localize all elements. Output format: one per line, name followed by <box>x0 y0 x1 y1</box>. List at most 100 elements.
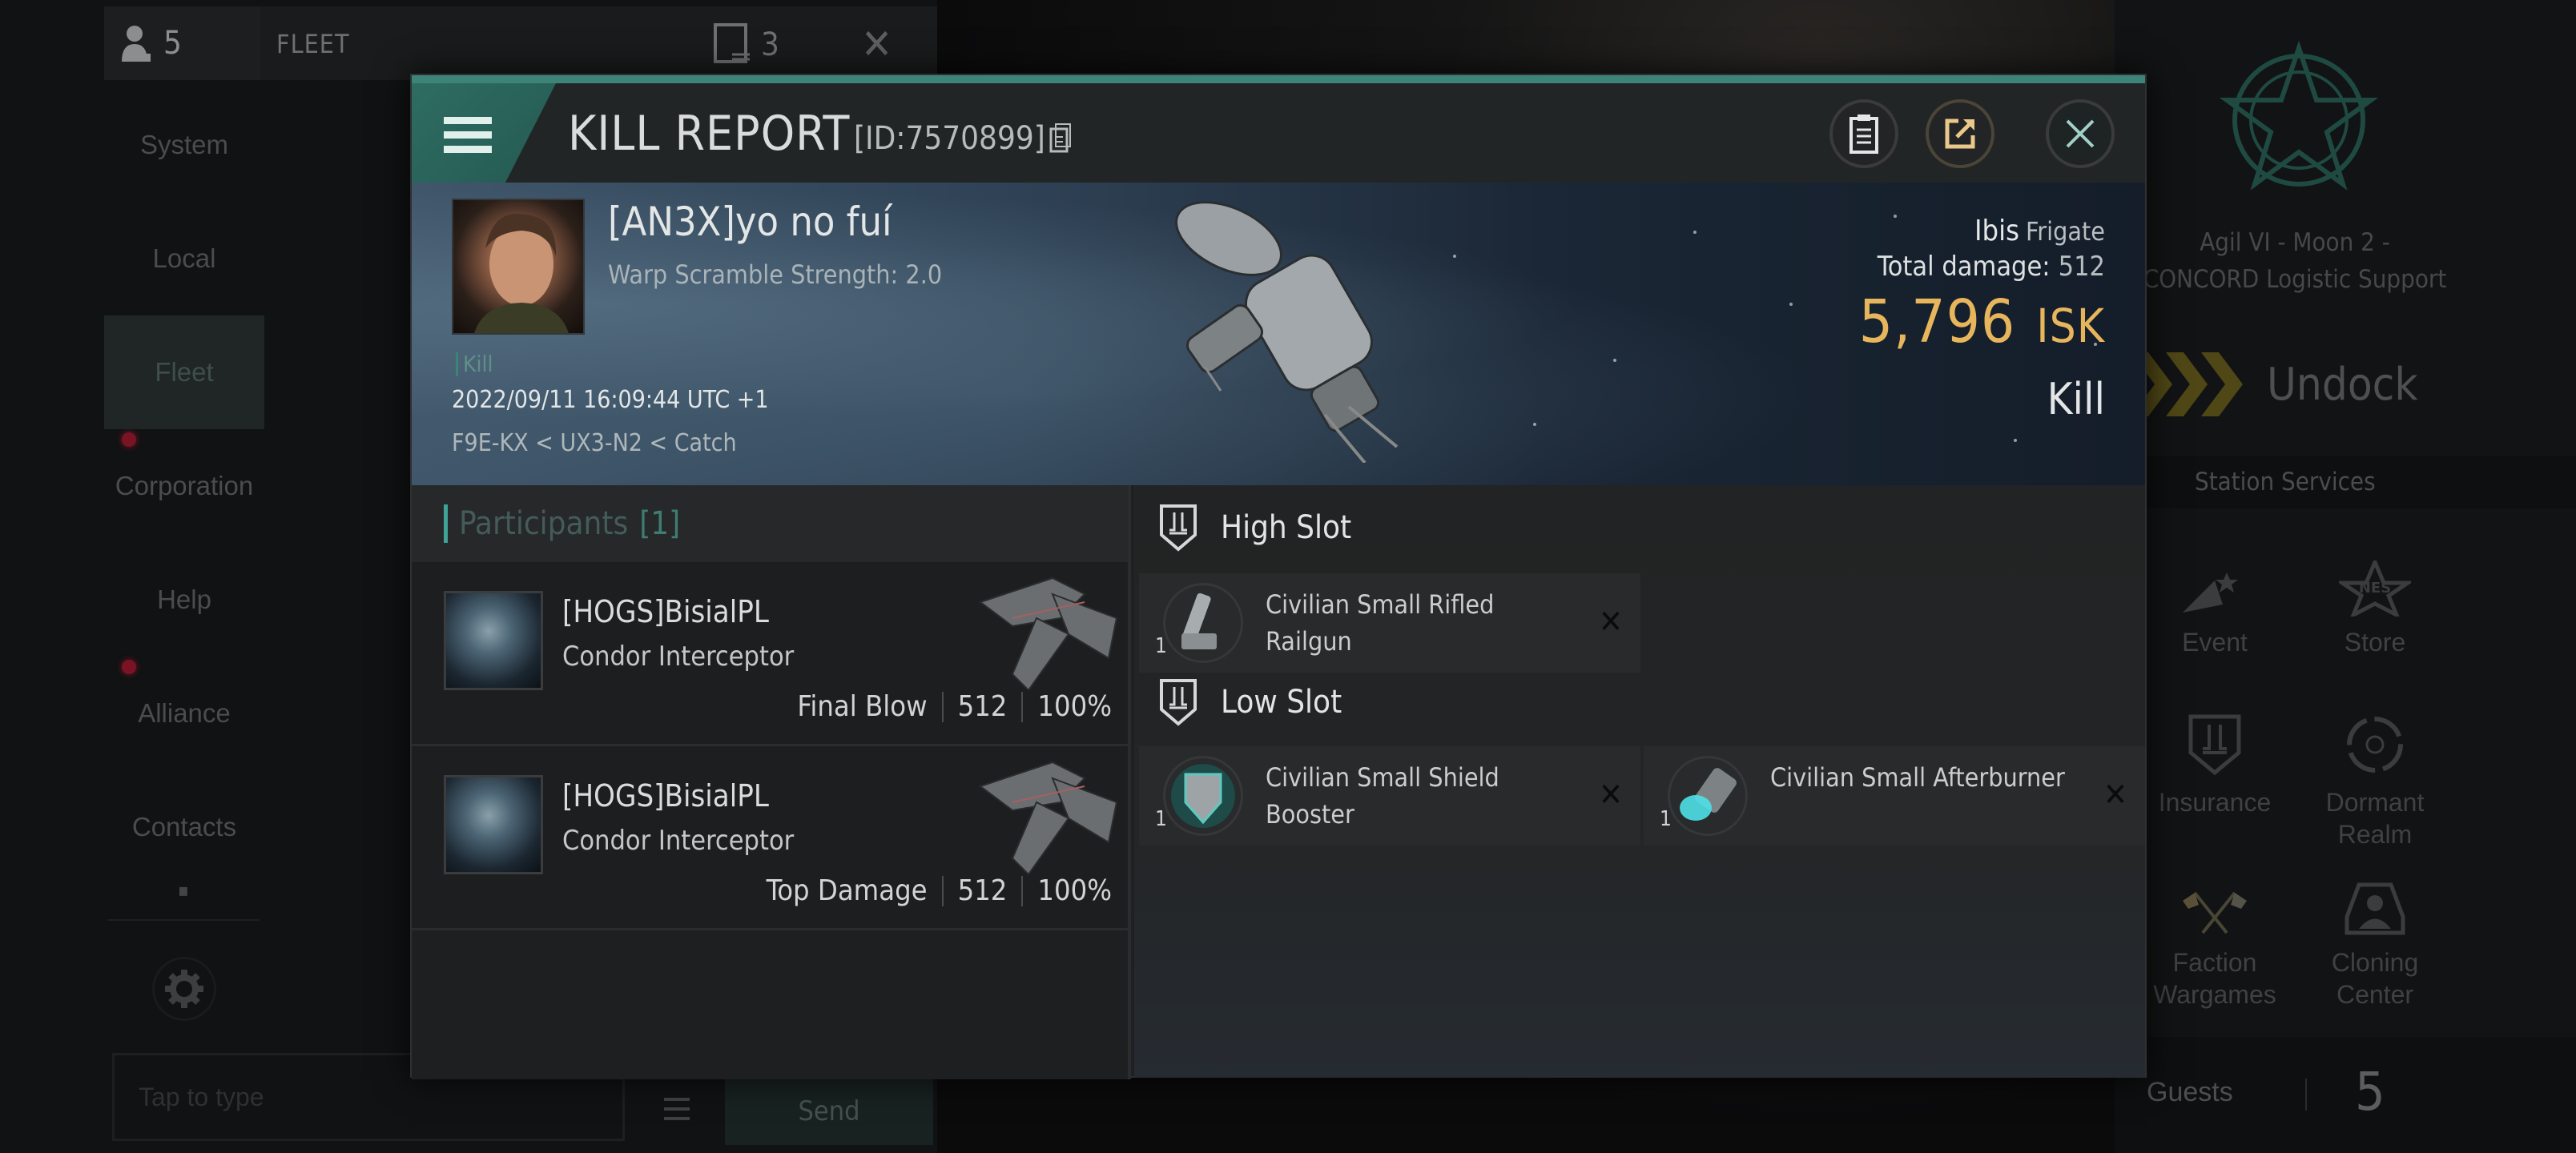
side-nav-item-alliance[interactable]: Alliance <box>104 657 264 770</box>
notification-dot <box>122 432 136 447</box>
fitting-panel: High Slot 1 Civilian Small Rifled Railgu… <box>1134 485 2145 1078</box>
side-nav-label: Contacts <box>131 812 237 842</box>
participant-percent: 100% <box>1037 874 1112 907</box>
report-result: Kill <box>2047 374 2105 424</box>
victim-portrait[interactable] <box>452 199 585 335</box>
settings-button[interactable] <box>152 957 216 1021</box>
participant-row[interactable]: [HOGS]BisialPL Condor Interceptor Final … <box>412 562 1128 746</box>
module-name: Civilian Small Afterburner <box>1770 762 2065 793</box>
slot-shield-icon <box>1160 504 1197 552</box>
kill-location[interactable]: F9E-KX < UX3-N2 < Catch <box>452 429 737 457</box>
isk-unit: ISK <box>2036 299 2105 353</box>
total-damage-value: 512 <box>2058 251 2105 283</box>
participants-panel: Participants [1] [HOGS]BisialPL Condor I… <box>412 485 1131 1079</box>
participant-ship: Condor Interceptor <box>562 641 795 673</box>
participant-role: Final Blow <box>797 690 928 723</box>
notification-dot <box>122 660 136 674</box>
service-event[interactable]: Event <box>2135 544 2295 658</box>
service-label: Insurance <box>2158 788 2272 817</box>
station-name: Agil VI - Moon 2 - CONCORD Logistic Supp… <box>2143 228 2447 294</box>
side-nav-item-corporation[interactable]: Corporation <box>104 429 264 543</box>
participant-damage: 512 <box>957 874 1008 907</box>
service-dormant-realm[interactable]: Dormant Realm <box>2295 705 2455 850</box>
undock-button[interactable]: Undock <box>2131 352 2418 416</box>
kill-timestamp: 2022/09/11 16:09:44 UTC +1 <box>452 386 769 414</box>
afterburner-icon <box>1680 768 1737 821</box>
service-store[interactable]: NES Store <box>2295 544 2455 658</box>
kill-report-id-text: [ID:7570899] <box>854 120 1045 157</box>
service-label: Faction Wargames <box>2153 948 2276 1009</box>
service-cloning-center[interactable]: Cloning Center <box>2295 865 2455 1010</box>
participant-name: [HOGS]BisialPL <box>562 594 769 629</box>
victim-ship-name[interactable]: Ibis <box>1974 215 2019 247</box>
side-nav-label: System <box>139 130 229 159</box>
module-icon-frame <box>1668 756 1748 836</box>
clipboard-icon <box>1849 114 1878 154</box>
close-button[interactable] <box>2046 99 2115 168</box>
participant-avatar[interactable] <box>444 775 543 874</box>
module-quantity: 1 <box>1155 807 1167 831</box>
shield-booster-icon <box>1171 764 1235 828</box>
modal-title: KILL REPORT <box>568 106 851 162</box>
participant-ship-image <box>978 761 1118 874</box>
undock-label: Undock <box>2267 358 2418 411</box>
stat-divider <box>1021 875 1024 906</box>
destroyed-marker-icon: ✕ <box>2103 777 2127 814</box>
chat-send-button[interactable]: Send <box>725 1077 933 1145</box>
victim-avatar-image <box>474 213 569 333</box>
side-nav: System Local Fleet Corporation Help Alli… <box>104 88 264 884</box>
total-damage-line: Total damage: 512 <box>1859 251 2105 283</box>
railgun-icon <box>1181 593 1217 649</box>
victim-ship-line: Ibis Frigate <box>1859 215 2105 247</box>
service-label: Store <box>2344 628 2406 657</box>
victim-name[interactable]: [AN3X]yo no fuí <box>608 199 892 245</box>
service-faction-wargames[interactable]: Faction Wargames <box>2135 865 2295 1010</box>
guests-divider <box>2305 1079 2307 1111</box>
side-nav-item-local[interactable]: Local <box>104 202 264 315</box>
close-icon <box>2066 119 2095 148</box>
copy-icon[interactable] <box>1049 123 1073 155</box>
module-item[interactable]: 1 Civilian Small Afterburner ✕ <box>1644 746 2145 846</box>
list-icon <box>664 1098 690 1120</box>
side-nav-label: Corporation <box>115 471 254 500</box>
module-item[interactable]: 1 Civilian Small Shield Booster ✕ <box>1139 746 1640 846</box>
kill-tag-bar <box>456 352 458 376</box>
side-nav-more[interactable]: ▪ <box>107 881 260 921</box>
module-quantity: 1 <box>1660 807 1672 831</box>
fleet-close-button[interactable]: ✕ <box>861 21 892 69</box>
fleet-member-count[interactable]: 5 <box>104 6 260 80</box>
service-label: Event <box>2182 628 2248 657</box>
side-nav-label: Fleet <box>155 357 214 387</box>
high-slot-label: High Slot <box>1221 509 1352 546</box>
low-slot-header: Low Slot <box>1158 666 1342 738</box>
victim-ship-image[interactable] <box>1157 191 1429 463</box>
side-nav-item-fleet[interactable]: Fleet <box>104 315 264 429</box>
victim-summary: [AN3X]yo no fuí Warp Scramble Strength: … <box>412 183 2145 485</box>
side-nav-item-help[interactable]: Help <box>104 543 264 657</box>
clipboard-button[interactable] <box>1829 99 1898 168</box>
chat-menu-button[interactable] <box>633 1077 721 1141</box>
fleet-bar: 5 FLEET 3 ✕ <box>104 6 937 80</box>
guests-bar[interactable]: Guests 5 <box>2115 1037 2576 1153</box>
share-button[interactable] <box>1926 99 1994 168</box>
participants-count: [1] <box>639 505 681 542</box>
kill-tag: Kill <box>456 351 493 377</box>
service-insurance[interactable]: Insurance <box>2135 705 2295 818</box>
stat-divider <box>1021 691 1024 722</box>
participant-ship: Condor Interceptor <box>562 825 795 857</box>
participant-avatar[interactable] <box>444 591 543 690</box>
side-nav-item-contacts[interactable]: Contacts <box>104 770 264 884</box>
participant-row[interactable]: [HOGS]BisialPL Condor Interceptor Top Da… <box>412 746 1128 930</box>
person-icon <box>122 26 151 62</box>
side-nav-label: Local <box>152 243 216 273</box>
module-item[interactable]: 1 Civilian Small Rifled Railgun ✕ <box>1139 573 1640 673</box>
stat-divider <box>941 875 944 906</box>
isk-value-line: 5,796 ISK <box>1859 287 2105 356</box>
high-slot-header: High Slot <box>1158 492 1351 564</box>
fleet-notes-button[interactable]: 3 <box>713 22 779 67</box>
kill-report-id[interactable]: [ID:7570899] <box>854 120 1073 157</box>
guests-count: 5 <box>2355 1061 2385 1123</box>
isk-value: 5,796 <box>1858 287 2016 356</box>
side-nav-item-system[interactable]: System <box>104 88 264 202</box>
hamburger-menu-icon[interactable] <box>444 115 495 155</box>
